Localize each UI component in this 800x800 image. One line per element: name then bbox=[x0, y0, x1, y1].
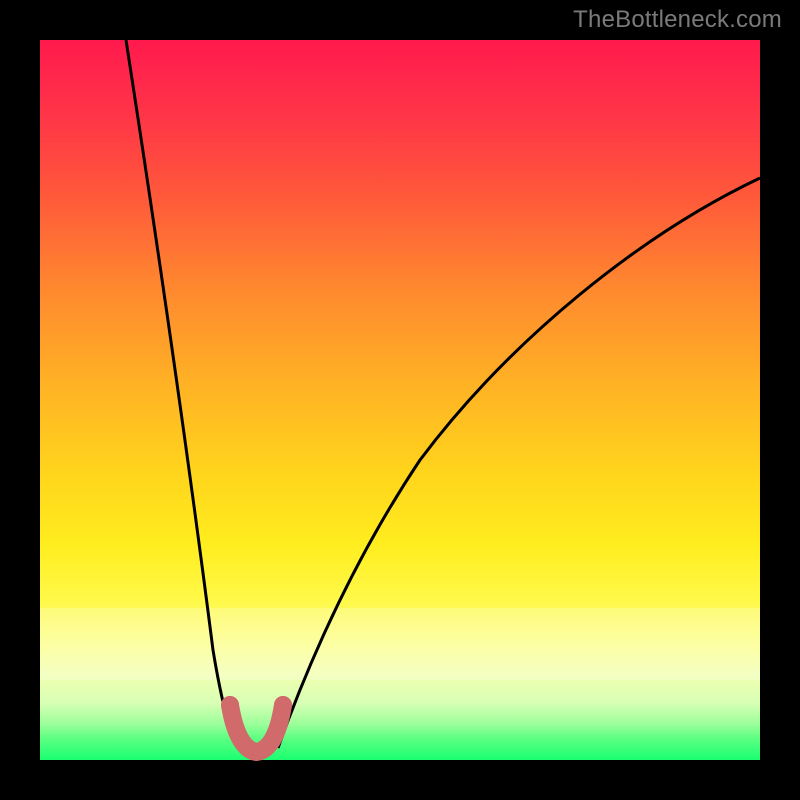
right-branch-curve bbox=[278, 178, 760, 748]
valley-endpoint-right bbox=[274, 696, 292, 714]
watermark-text: TheBottleneck.com bbox=[573, 6, 782, 34]
left-branch-curve bbox=[126, 40, 238, 748]
valley-highlight bbox=[230, 705, 283, 752]
valley-endpoint-left bbox=[221, 696, 239, 714]
chart-frame: TheBottleneck.com bbox=[0, 0, 800, 800]
curve-layer bbox=[40, 40, 760, 760]
